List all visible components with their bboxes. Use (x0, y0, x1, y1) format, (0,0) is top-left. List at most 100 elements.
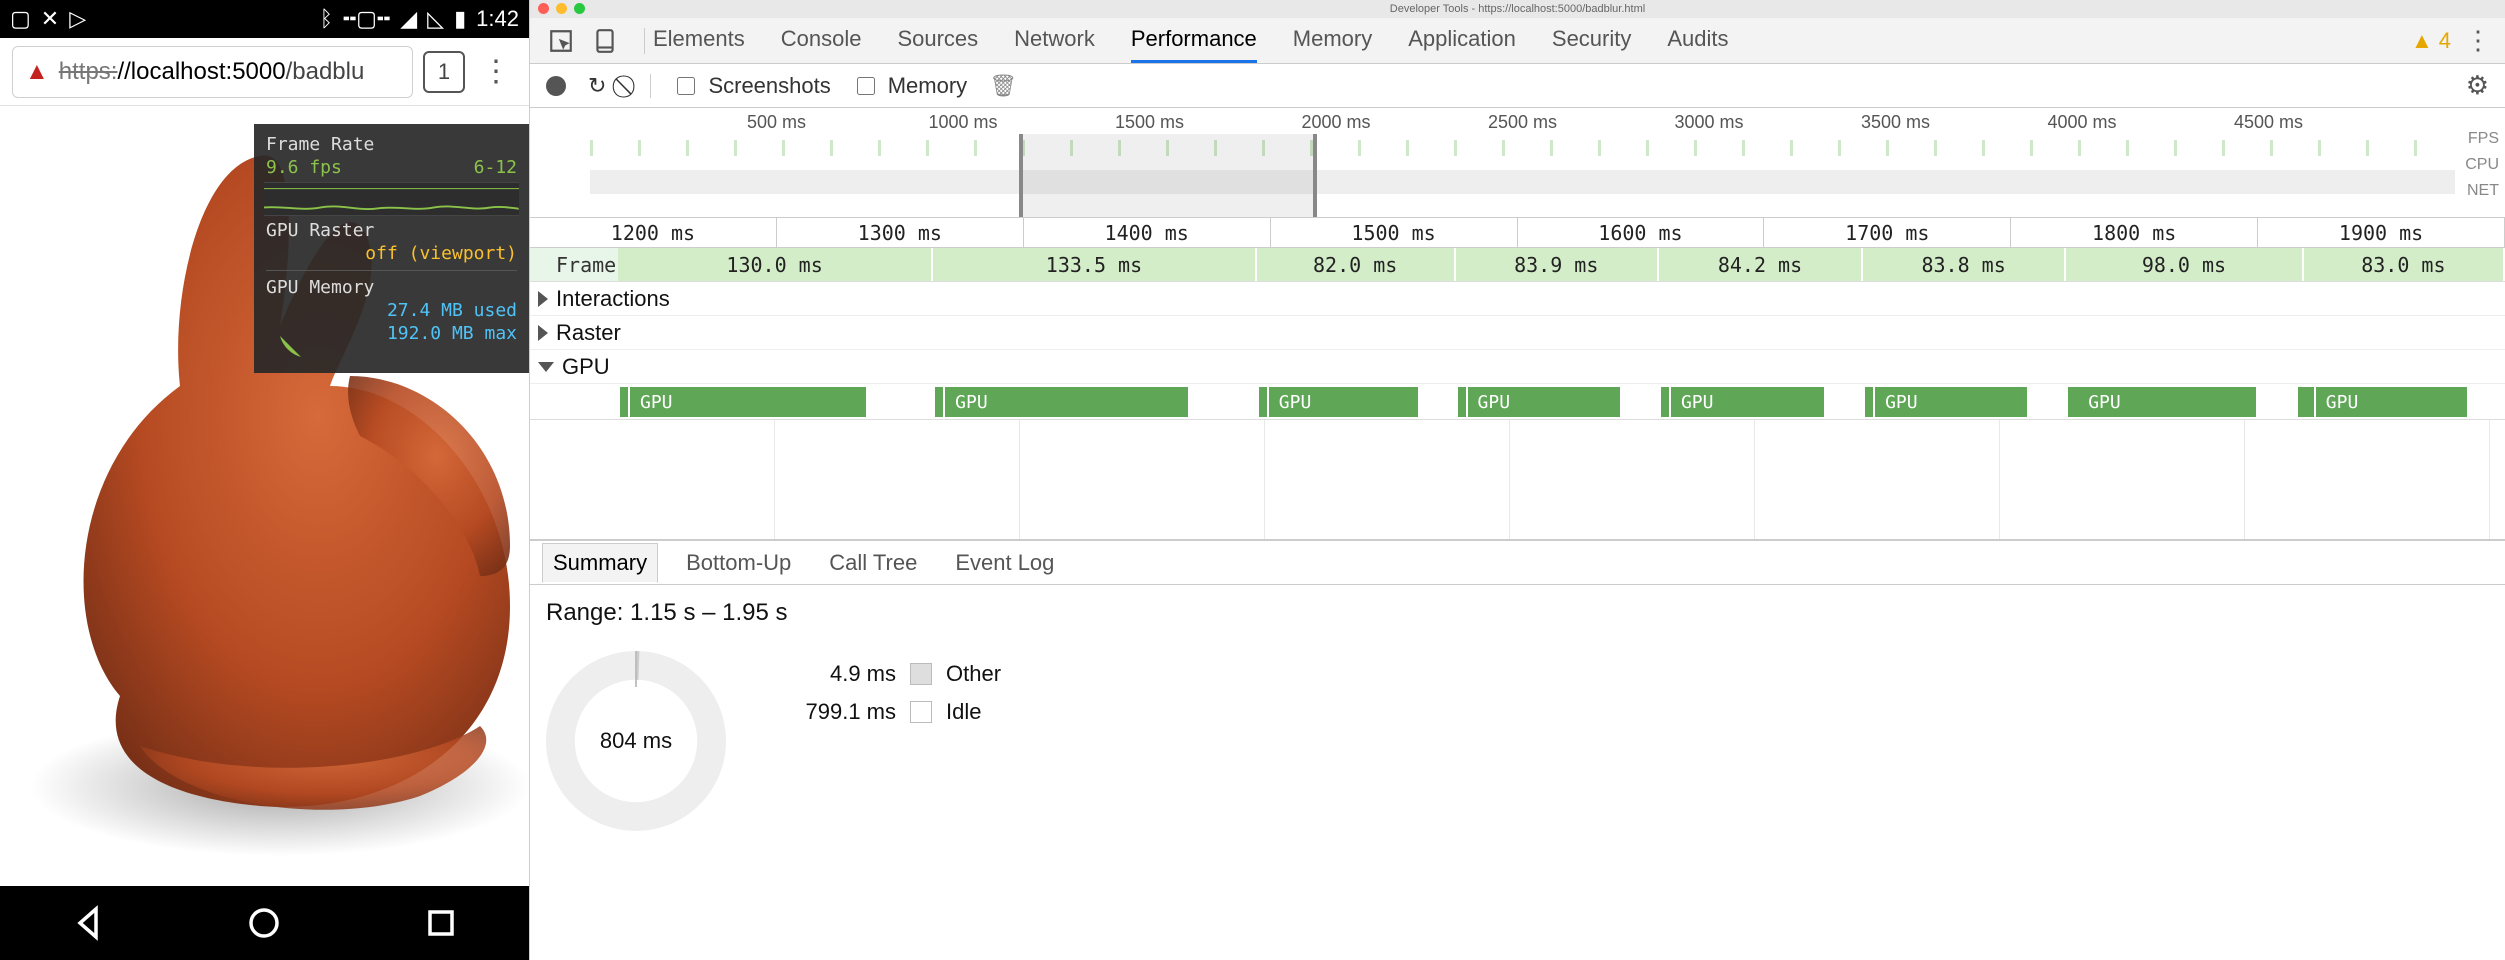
details-tab-call-tree[interactable]: Call Tree (819, 544, 927, 582)
gpu-block[interactable]: GPU (1671, 387, 1824, 417)
gpu-slice[interactable] (2306, 387, 2314, 417)
warning-count: 4 (2439, 28, 2451, 54)
overview-tick: 3000 ms (1674, 112, 1743, 133)
gpu-block[interactable]: GPU (2078, 387, 2256, 417)
devtools-window: Developer Tools - https://localhost:5000… (529, 0, 2505, 960)
record-button[interactable] (546, 76, 566, 96)
frame-block[interactable]: 83.9 ms (1456, 248, 1659, 281)
warning-badge[interactable]: ▲4 (2411, 28, 2451, 54)
gpu-slice[interactable] (620, 387, 628, 417)
legend-ms: 4.9 ms (776, 661, 896, 687)
hud-framerate-label: Frame Rate (266, 134, 517, 155)
devtools-titlebar: Developer Tools - https://localhost:5000… (530, 0, 2505, 18)
window-controls[interactable] (538, 3, 585, 14)
gpu-block[interactable]: GPU (945, 387, 1188, 417)
play-icon: ▷ (69, 6, 86, 32)
interactions-track-header[interactable]: Interactions (530, 282, 2505, 316)
overview-lane-label: NET (2467, 182, 2499, 200)
tab-elements[interactable]: Elements (653, 18, 745, 63)
url-scheme: https: (59, 58, 118, 86)
tab-application[interactable]: Application (1408, 18, 1516, 63)
devtools-tabs: Elements Console Sources Network Performance… (530, 18, 2505, 64)
frame-block[interactable]: 83.8 ms (1863, 248, 2066, 281)
overview-pane[interactable]: 500 ms1000 ms1500 ms2000 ms2500 ms3000 m… (530, 108, 2505, 218)
details-pane: SummaryBottom-UpCall TreeEvent Log Range… (530, 540, 2505, 890)
frame-block[interactable]: 84.2 ms (1659, 248, 1863, 281)
notif-icon: ✕ (41, 6, 59, 32)
frame-block[interactable]: 133.5 ms (933, 248, 1257, 281)
details-tabs: Summary Bottom-Up Call Tree Event Log (530, 541, 2505, 585)
gpu-slice[interactable] (2068, 387, 2076, 417)
inspect-icon[interactable] (548, 28, 574, 54)
gpu-block[interactable]: GPU (1269, 387, 1418, 417)
overview-tick: 1000 ms (928, 112, 997, 133)
url-box[interactable]: ▲ https: //localhost: 5000 /badblu (12, 46, 413, 98)
phone-mirror: ▢ ✕ ▷ ᛒ ╍▢╍ ◢ ◺ ▮ 1:42 ▲ https: //localh… (0, 0, 529, 960)
page-content: Frame Rate 9.6 fps 6-12 GPU Raster off (… (0, 106, 529, 886)
legend-label: Other (946, 661, 1001, 687)
overview-tick: 500 ms (747, 112, 806, 133)
overview-tick: 4000 ms (2047, 112, 2116, 133)
tab-sources[interactable]: Sources (897, 18, 978, 63)
gpu-block[interactable]: GPU (2316, 387, 2467, 417)
tab-switcher-button[interactable]: 1 (423, 51, 465, 93)
overview-tick: 2500 ms (1488, 112, 1557, 133)
ruler-tick: 1900 ms (2258, 218, 2505, 247)
gpu-slice[interactable] (935, 387, 943, 417)
tab-security[interactable]: Security (1552, 18, 1631, 63)
flamechart-area[interactable]: 1200 ms1300 ms1400 ms1500 ms1600 ms1700 … (530, 218, 2505, 960)
legend-label: Idle (946, 699, 981, 725)
gpu-slice[interactable] (1458, 387, 1466, 417)
vibrate-icon: ╍▢╍ (343, 6, 390, 32)
overview-selection[interactable] (1019, 134, 1317, 217)
settings-icon[interactable]: ⚙ (2466, 70, 2489, 101)
frame-block[interactable]: 83.0 ms (2304, 248, 2505, 281)
frame-block[interactable]: 82.0 ms (1257, 248, 1456, 281)
details-tab-bottom-up[interactable]: Bottom-Up (676, 544, 801, 582)
tab-network[interactable]: Network (1014, 18, 1095, 63)
gpu-slice[interactable] (1661, 387, 1669, 417)
screenshots-checkbox[interactable]: Screenshots (673, 73, 830, 99)
gpu-track: GPU GPU GPU GPU GPU GPU GPU GPU (530, 384, 2505, 420)
frames-track: Frames130.0 ms133.5 ms82.0 ms83.9 ms84.2… (530, 248, 2505, 282)
frames-label: Frames (530, 248, 618, 281)
back-button[interactable] (70, 905, 106, 941)
overview-lane-label: FPS (2468, 130, 2499, 148)
raster-track-header[interactable]: Raster (530, 316, 2505, 350)
tab-console[interactable]: Console (781, 18, 862, 63)
hud-fps-range: 6-12 (474, 157, 517, 178)
home-button[interactable] (246, 905, 282, 941)
android-statusbar: ▢ ✕ ▷ ᛒ ╍▢╍ ◢ ◺ ▮ 1:42 (0, 0, 529, 38)
interactions-label: Interactions (556, 286, 670, 312)
hud-gpu-mem-label: GPU Memory (266, 277, 517, 298)
ruler-tick: 1200 ms (530, 218, 777, 247)
overview-button[interactable] (423, 905, 459, 941)
device-mode-icon[interactable] (592, 28, 618, 54)
gpu-block[interactable]: GPU (1875, 387, 2027, 417)
gpu-slice[interactable] (1259, 387, 1267, 417)
hud-fps: 9.6 fps (266, 157, 342, 178)
clock: 1:42 (476, 6, 519, 32)
ruler-tick: 1600 ms (1518, 218, 1765, 247)
wifi-icon: ◢ (400, 6, 417, 32)
details-tab-event-log[interactable]: Event Log (945, 544, 1064, 582)
reload-button[interactable]: ↻ (588, 73, 606, 99)
warning-icon: ▲ (2411, 28, 2433, 54)
details-tab-summary[interactable]: Summary (542, 543, 658, 583)
gpu-slice[interactable] (1865, 387, 1873, 417)
frame-block[interactable]: 130.0 ms (618, 248, 933, 281)
tab-audits[interactable]: Audits (1667, 18, 1728, 63)
battery-icon: ▮ (454, 6, 466, 32)
ruler-tick: 1500 ms (1271, 218, 1518, 247)
gpu-track-header[interactable]: GPU (530, 350, 2505, 384)
more-menu-button[interactable]: ⋮ (2465, 25, 2491, 56)
delete-button[interactable]: 🗑 (989, 73, 1017, 99)
chrome-menu-button[interactable]: ⋮ (475, 54, 517, 89)
tab-memory[interactable]: Memory (1293, 18, 1372, 63)
gpu-block[interactable]: GPU (630, 387, 866, 417)
frame-block[interactable]: 98.0 ms (2066, 248, 2304, 281)
legend-swatch (910, 663, 932, 685)
gpu-block[interactable]: GPU (1468, 387, 1621, 417)
memory-checkbox[interactable]: Memory (853, 73, 967, 99)
tab-performance[interactable]: Performance (1131, 18, 1257, 63)
